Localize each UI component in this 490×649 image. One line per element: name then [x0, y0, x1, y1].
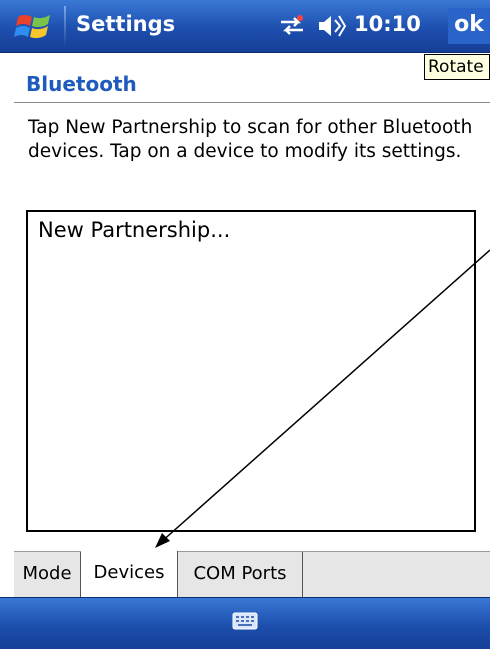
clock[interactable]: 10:10 [354, 12, 421, 36]
arrowhead [155, 533, 170, 548]
list-item-new-partnership[interactable]: New Partnership... [38, 218, 230, 242]
tab-com-ports[interactable]: COM Ports [178, 552, 303, 597]
rotate-tooltip: Rotate [424, 54, 490, 80]
keyboard-icon[interactable] [232, 611, 258, 631]
connectivity-icon[interactable] [278, 14, 306, 38]
device-list[interactable]: New Partnership... [26, 210, 476, 532]
app-title: Settings [76, 12, 176, 36]
volume-icon[interactable] [316, 13, 346, 39]
page-title: Bluetooth [26, 72, 137, 96]
tab-devices[interactable]: Devices [81, 551, 178, 597]
menu-bar [0, 597, 490, 649]
tab-bar: Mode Devices COM Ports [14, 551, 490, 598]
windows-start-flag-icon[interactable] [14, 9, 54, 45]
title-bar: Settings 10:10 ok [0, 0, 490, 53]
tab-mode[interactable]: Mode [14, 552, 81, 597]
instructions-text: Tap New Partnership to scan for other Bl… [28, 117, 473, 162]
ok-button[interactable]: ok [448, 8, 490, 44]
title-separator [64, 6, 66, 46]
header-divider [14, 102, 490, 103]
